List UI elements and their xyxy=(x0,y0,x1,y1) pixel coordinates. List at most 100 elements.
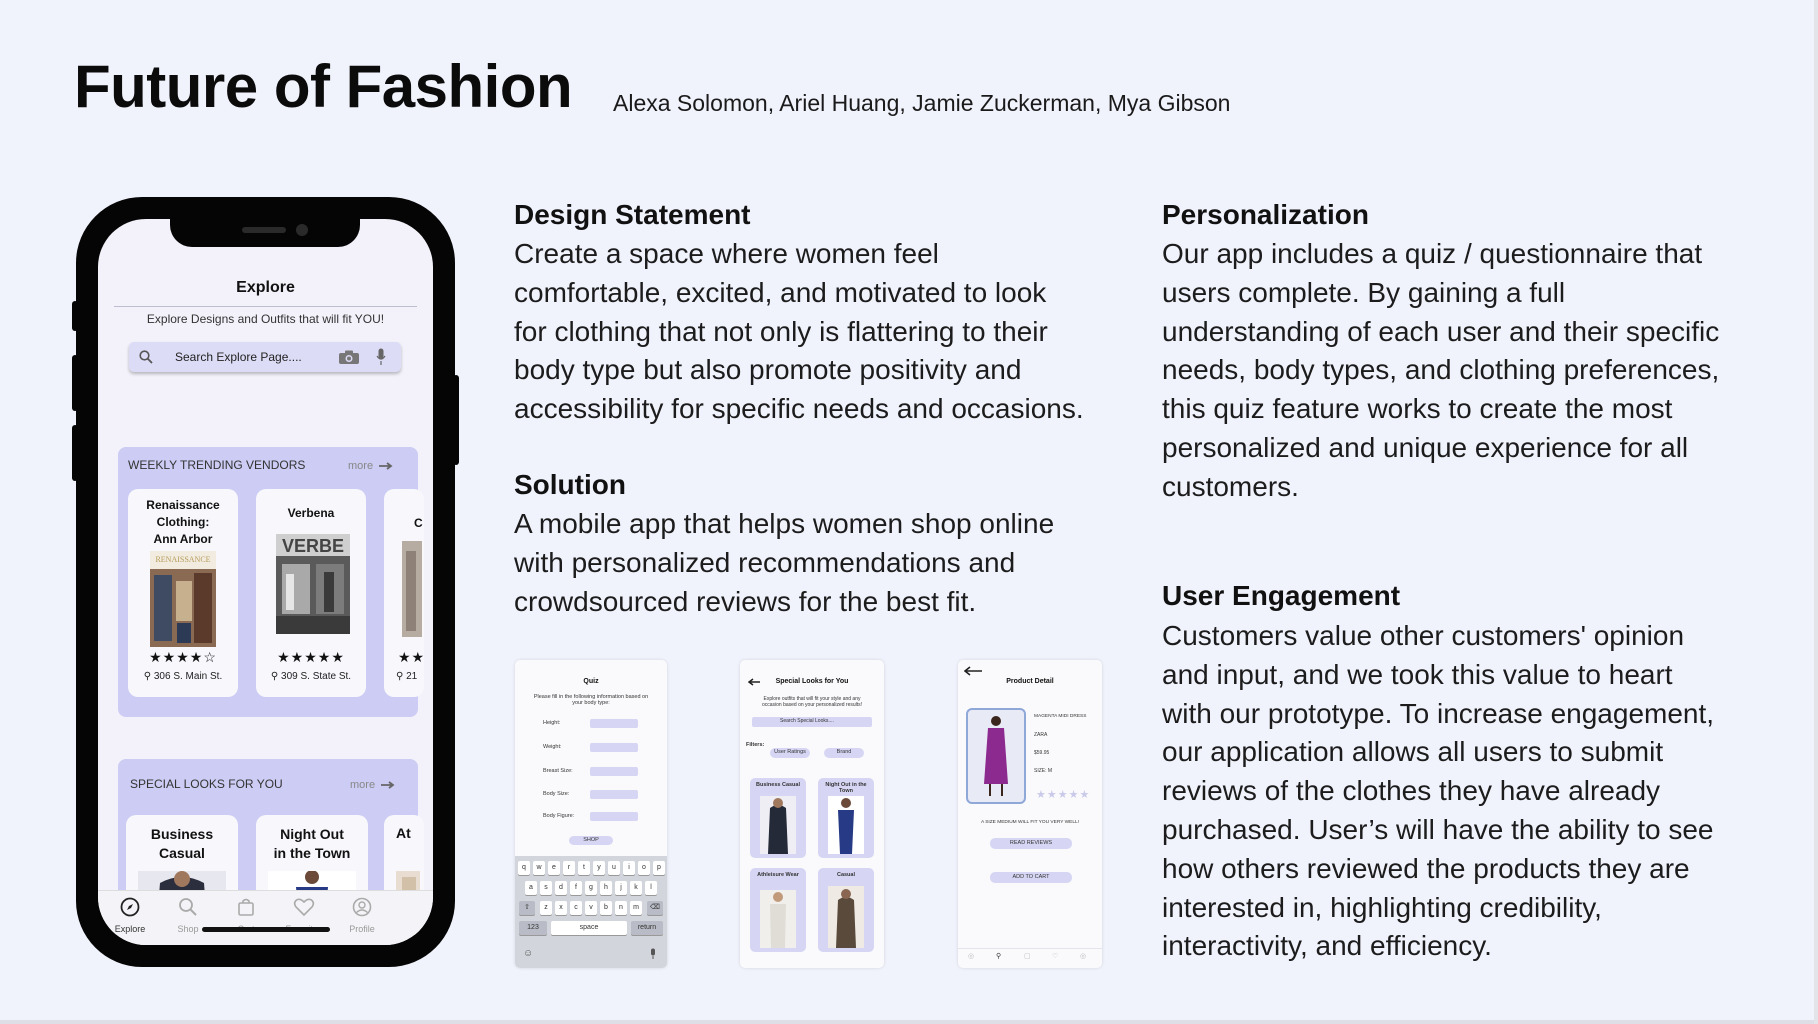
vendor-name-line: C xyxy=(414,516,423,530)
key[interactable]: r xyxy=(563,861,575,875)
text-line: for clothing that not only is flattering… xyxy=(514,315,1048,347)
key[interactable]: k xyxy=(630,881,642,895)
body-size-field[interactable] xyxy=(590,790,638,799)
look-photo xyxy=(760,796,796,854)
mini-tab-bar: ◎ ⚲ ▢ ♡ ◎ xyxy=(958,948,1102,968)
more-link[interactable]: more xyxy=(350,779,395,791)
key[interactable]: h xyxy=(600,881,612,895)
breast-size-field[interactable] xyxy=(590,767,638,776)
field-label: Body Figure: xyxy=(543,813,575,819)
key[interactable]: s xyxy=(540,881,552,895)
profile-icon xyxy=(352,897,372,917)
look-name-line: Business xyxy=(150,826,214,842)
vendor-card[interactable]: Verbena VERBE ★★★★★ ⚲ 309 S. State St. xyxy=(256,489,366,697)
field-label: Body Size: xyxy=(543,791,570,797)
return-key[interactable]: return xyxy=(631,921,663,935)
look-name-line: Casual xyxy=(159,845,205,861)
explore-title: Explore xyxy=(236,279,295,296)
key[interactable]: x xyxy=(555,901,567,915)
heart-icon xyxy=(293,898,315,917)
read-reviews-button[interactable]: READ REVIEWS xyxy=(990,838,1072,849)
key[interactable]: z xyxy=(540,901,552,915)
location-pin-icon: ⚲ xyxy=(143,671,152,682)
vendor-store-photo: RENAISSANCE xyxy=(150,551,216,647)
profile-icon[interactable]: ◎ xyxy=(1080,952,1086,960)
microphone-icon[interactable] xyxy=(649,948,657,960)
key[interactable]: v xyxy=(585,901,597,915)
key[interactable]: d xyxy=(555,881,567,895)
key[interactable]: y xyxy=(593,861,605,875)
tab-profile[interactable]: Profile xyxy=(334,897,390,934)
arrow-right-icon xyxy=(381,781,395,789)
shopping-bag-icon[interactable]: ▢ xyxy=(1024,952,1031,960)
backspace-icon: ⌫ xyxy=(650,904,660,911)
tab-label: Profile xyxy=(349,924,375,934)
search-icon[interactable]: ⚲ xyxy=(996,952,1001,960)
filter-brand[interactable]: Brand xyxy=(824,748,864,758)
product-title: Product Detail xyxy=(1006,678,1054,685)
back-arrow-icon[interactable] xyxy=(964,666,982,676)
look-name: At xyxy=(396,825,424,842)
key[interactable]: c xyxy=(570,901,582,915)
emoji-icon[interactable]: ☺ xyxy=(523,948,533,959)
key[interactable]: j xyxy=(615,881,627,895)
filter-user-ratings[interactable]: User Ratings xyxy=(770,748,810,758)
key[interactable]: p xyxy=(653,861,665,875)
key[interactable]: b xyxy=(600,901,612,915)
panel-title: WEEKLY TRENDING VENDORS xyxy=(128,458,306,472)
look-card[interactable]: Athleisure Wear xyxy=(750,868,806,952)
key[interactable]: u xyxy=(608,861,620,875)
key[interactable]: o xyxy=(638,861,650,875)
key[interactable]: t xyxy=(578,861,590,875)
speaker xyxy=(242,227,286,233)
key[interactable]: g xyxy=(585,881,597,895)
height-field[interactable] xyxy=(590,719,638,728)
vendor-store-photo: VERBE xyxy=(276,534,350,634)
numbers-key[interactable]: 123 xyxy=(519,921,547,935)
body-figure-field[interactable] xyxy=(590,812,638,821)
look-card-title: Casual xyxy=(836,872,856,878)
field-label: Height: xyxy=(543,720,561,726)
phone-mockup: Explore Explore Designs and Outfits that… xyxy=(72,197,459,967)
vendor-card[interactable]: C ★★ ⚲ 21 xyxy=(384,489,424,697)
looks-search-input[interactable]: Search Special Looks.... xyxy=(780,718,834,724)
key[interactable]: q xyxy=(518,861,530,875)
backspace-key[interactable]: ⌫ xyxy=(647,901,663,915)
compass-icon[interactable]: ◎ xyxy=(968,952,974,960)
camera-icon[interactable] xyxy=(338,350,360,365)
look-name-line: in the Town xyxy=(273,845,351,861)
tab-explore[interactable]: Explore xyxy=(102,897,158,934)
svg-text:RENAISSANCE: RENAISSANCE xyxy=(155,555,210,564)
space-key[interactable]: space xyxy=(551,921,627,935)
text-line: how others reviewed the products they ar… xyxy=(1162,852,1690,884)
key[interactable]: w xyxy=(533,861,545,875)
location-pin-icon: ⚲ xyxy=(396,671,404,682)
key[interactable]: i xyxy=(623,861,635,875)
vendor-name-line: Verbena xyxy=(287,506,335,520)
key[interactable]: f xyxy=(570,881,582,895)
weight-field[interactable] xyxy=(590,743,638,752)
product-detail-screen-mockup: Product Detail MAGENTA MIDI DRESS ZARA $… xyxy=(958,660,1102,968)
look-card[interactable]: Casual xyxy=(818,868,874,952)
shop-button[interactable]: SHOP xyxy=(569,836,613,845)
add-to-cart-button[interactable]: ADD TO CART xyxy=(990,872,1072,883)
key[interactable]: l xyxy=(645,881,657,895)
heart-icon[interactable]: ♡ xyxy=(1052,952,1058,960)
key[interactable]: e xyxy=(548,861,560,875)
key[interactable]: a xyxy=(525,881,537,895)
vendor-address-text: 309 S. State St. xyxy=(281,671,352,682)
text-line: personalized and unique experience for a… xyxy=(1162,431,1689,463)
shift-key[interactable]: ⇧ xyxy=(519,901,535,915)
search-input[interactable]: Search Explore Page.... xyxy=(175,350,302,364)
looks-search-bar[interactable]: Search Special Looks.... xyxy=(752,717,872,727)
look-card[interactable]: Business Casual xyxy=(750,778,806,858)
more-link[interactable]: more xyxy=(348,460,393,472)
microphone-icon[interactable] xyxy=(376,348,386,366)
look-card[interactable]: Night Out in the Town xyxy=(818,778,874,858)
vendor-address: ⚲ 21 xyxy=(396,671,424,682)
key[interactable]: n xyxy=(615,901,627,915)
home-indicator xyxy=(202,927,330,932)
explore-search-bar[interactable]: Search Explore Page.... xyxy=(129,342,401,372)
vendor-card[interactable]: Renaissance Clothing: Ann Arbor RENAISSA… xyxy=(128,489,238,697)
key[interactable]: m xyxy=(630,901,642,915)
